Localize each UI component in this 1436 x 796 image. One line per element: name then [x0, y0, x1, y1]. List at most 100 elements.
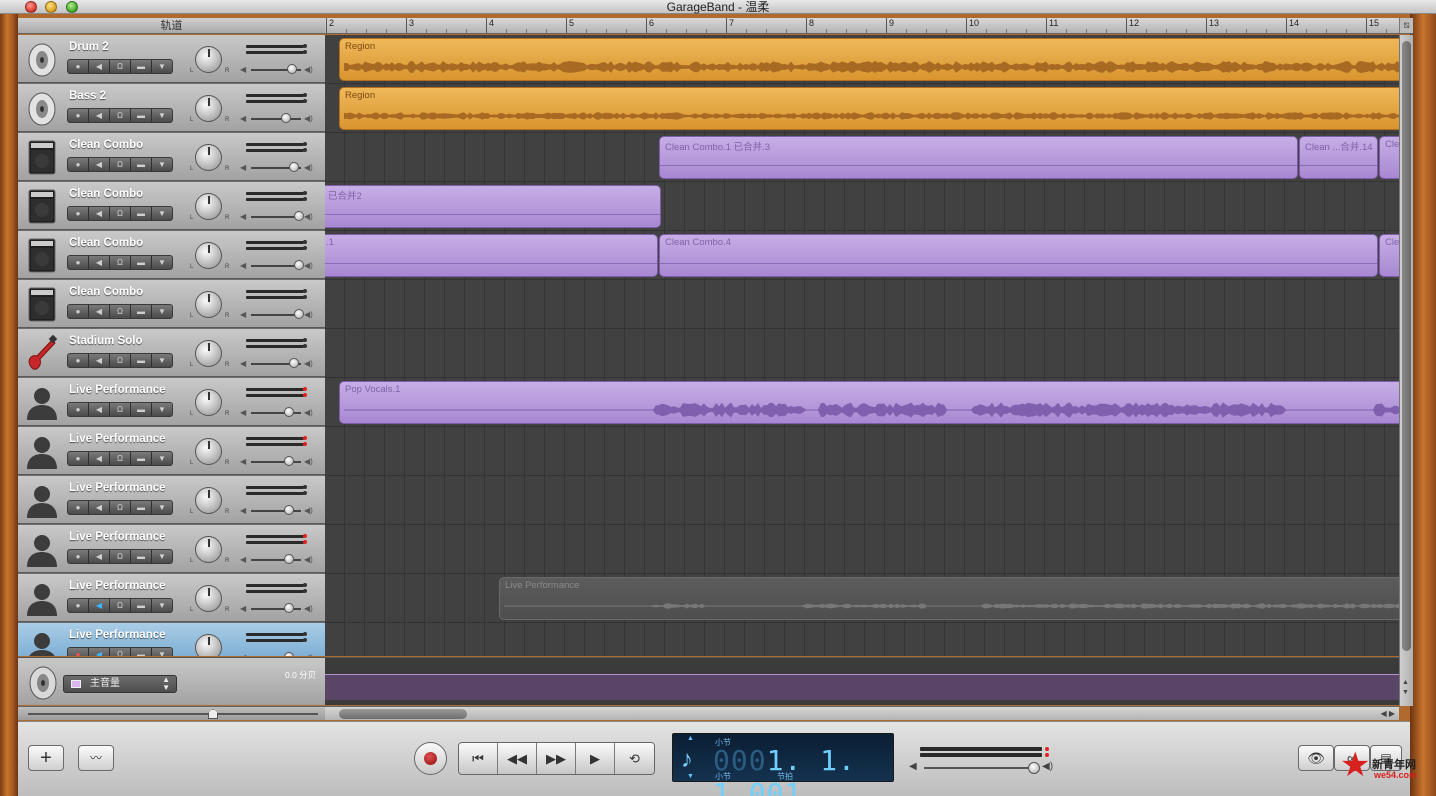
lock-icon[interactable]: ▬ — [131, 452, 152, 465]
zoom-window-button[interactable] — [66, 1, 78, 13]
automation-disclosure-icon[interactable]: ▼ — [152, 256, 172, 269]
arrange-timeline[interactable]: Region Region Clean Combo.1 已合并.3 Clean … — [325, 35, 1399, 656]
clip-indicator-icon[interactable] — [303, 393, 307, 397]
clip-indicator-icon[interactable] — [303, 540, 307, 544]
region-merged-2[interactable]: 已合并2 — [325, 185, 661, 228]
volume-slider[interactable] — [284, 456, 294, 466]
mute-icon[interactable]: ◀ — [89, 207, 110, 220]
track-header[interactable]: Live Performance●◀Ω▬▼LR◀◀) — [18, 623, 325, 656]
pan-knob[interactable] — [195, 438, 222, 465]
mute-icon[interactable]: ◀ — [89, 599, 110, 612]
region-clean-merged-14[interactable]: Clean ...合并.14 — [1299, 136, 1378, 179]
automation-disclosure-icon[interactable]: ▼ — [152, 403, 172, 416]
automation-disclosure-icon[interactable]: ▼ — [152, 109, 172, 122]
region-clean-combo-1[interactable]: .1 — [325, 234, 658, 277]
volume-slider[interactable] — [294, 309, 304, 319]
record-enable-icon[interactable]: ● — [68, 207, 89, 220]
clip-indicator-icon[interactable] — [303, 534, 307, 538]
lock-icon[interactable]: ▬ — [131, 305, 152, 318]
record-enable-icon[interactable]: ● — [68, 403, 89, 416]
record-enable-icon[interactable]: ● — [68, 158, 89, 171]
volume-slider[interactable] — [284, 603, 294, 613]
record-enable-icon[interactable]: ● — [68, 452, 89, 465]
track-header[interactable]: Clean Combo ● ◀ Ω ▬ ▼ L R ◀ ◀) — [18, 182, 325, 230]
horizontal-scroll-thumb[interactable] — [339, 709, 467, 719]
lock-icon[interactable]: ▬ — [131, 648, 152, 656]
track-header[interactable]: Live Performance●◀Ω▬▼LR◀◀) — [18, 574, 325, 622]
automation-disclosure-icon[interactable]: ▼ — [152, 501, 172, 514]
track-lane[interactable] — [325, 525, 1399, 574]
record-enable-icon[interactable]: ● — [68, 599, 89, 612]
solo-headphones-icon[interactable]: Ω — [110, 305, 131, 318]
pan-knob[interactable] — [195, 193, 222, 220]
automation-disclosure-icon[interactable]: ▼ — [152, 599, 172, 612]
mute-icon[interactable]: ◀ — [89, 452, 110, 465]
mute-icon[interactable]: ◀ — [89, 305, 110, 318]
clip-indicator-icon[interactable] — [303, 338, 307, 342]
solo-headphones-icon[interactable]: Ω — [110, 648, 131, 656]
automation-disclosure-icon[interactable]: ▼ — [152, 207, 172, 220]
record-enable-icon[interactable]: ● — [68, 256, 89, 269]
automation-disclosure-icon[interactable]: ▼ — [152, 452, 172, 465]
automation-disclosure-icon[interactable]: ▼ — [152, 305, 172, 318]
pan-knob[interactable] — [195, 487, 222, 514]
pan-knob[interactable] — [195, 340, 222, 367]
solo-headphones-icon[interactable]: Ω — [110, 403, 131, 416]
lock-icon[interactable]: ▬ — [131, 256, 152, 269]
clip-indicator-icon[interactable] — [303, 99, 307, 103]
track-header[interactable]: Live Performance●◀Ω▬▼LR◀◀) — [18, 476, 325, 524]
clip-indicator-icon[interactable] — [303, 142, 307, 146]
lcd-display[interactable]: ▲ ♪ ▼ 小节 0001. 1. 1.001 小节 节拍 — [672, 733, 894, 796]
lock-icon[interactable]: ▬ — [131, 501, 152, 514]
record-enable-icon[interactable]: ● — [68, 354, 89, 367]
vertical-scroll-thumb[interactable] — [1402, 41, 1411, 651]
automation-disclosure-icon[interactable]: ▼ — [152, 60, 172, 73]
lock-icon[interactable]: ▬ — [131, 550, 152, 563]
cycle-button[interactable]: ⟲ — [615, 743, 654, 774]
track-header[interactable]: Live Performance●◀Ω▬▼LR◀◀) — [18, 378, 325, 426]
pan-knob[interactable] — [195, 585, 222, 612]
solo-headphones-icon[interactable]: Ω — [110, 599, 131, 612]
solo-headphones-icon[interactable]: Ω — [110, 452, 131, 465]
record-button[interactable] — [414, 742, 447, 775]
record-enable-icon[interactable]: ● — [68, 109, 89, 122]
master-volume-select[interactable]: 主音量 ▲ ▼ — [63, 675, 177, 693]
clip-indicator-icon[interactable] — [1045, 747, 1049, 751]
track-header[interactable]: Clean Combo ● ◀ Ω ▬ ▼ L R ◀ ◀) — [18, 231, 325, 279]
clip-indicator-icon[interactable] — [303, 246, 307, 250]
clip-indicator-icon[interactable] — [303, 632, 307, 636]
volume-slider[interactable] — [294, 211, 304, 221]
region-drum-2[interactable]: Region — [339, 38, 1399, 81]
zoom-slider-thumb[interactable] — [208, 709, 218, 719]
ruler-resize-icon[interactable]: ⧅ — [1399, 18, 1413, 34]
close-window-button[interactable] — [25, 1, 37, 13]
lock-icon[interactable]: ▬ — [131, 109, 152, 122]
lock-icon[interactable]: ▬ — [131, 354, 152, 367]
play-button[interactable]: ▶ — [576, 743, 615, 774]
master-track-header[interactable]: 主音量 ▲ ▼ 0.0 分贝 — [18, 657, 325, 705]
pan-knob[interactable] — [195, 144, 222, 171]
track-lane[interactable] — [325, 623, 1399, 656]
mute-icon[interactable]: ◀ — [89, 158, 110, 171]
pan-knob[interactable] — [195, 242, 222, 269]
record-enable-icon[interactable]: ● — [68, 305, 89, 318]
solo-headphones-icon[interactable]: Ω — [110, 60, 131, 73]
automation-disclosure-icon[interactable]: ▼ — [152, 550, 172, 563]
volume-slider[interactable] — [289, 162, 299, 172]
region-clean-combo-cut-2[interactable]: Cle — [1379, 234, 1399, 277]
region-pop-vocals-1[interactable]: Pop Vocals.1 — [339, 381, 1399, 424]
volume-slider[interactable] — [294, 260, 304, 270]
mute-icon[interactable]: ◀ — [89, 109, 110, 122]
clip-indicator-icon[interactable] — [303, 485, 307, 489]
scroll-arrows-icon[interactable]: ▲ ▼ — [1402, 678, 1409, 698]
volume-slider[interactable] — [287, 64, 297, 74]
pan-knob[interactable] — [195, 291, 222, 318]
clip-indicator-icon[interactable] — [303, 436, 307, 440]
pan-knob[interactable] — [195, 46, 222, 73]
mute-icon[interactable]: ◀ — [89, 550, 110, 563]
clip-indicator-icon[interactable] — [303, 491, 307, 495]
mute-icon[interactable]: ◀ — [89, 648, 110, 656]
track-header[interactable]: Live Performance●◀Ω▬▼LR◀◀) — [18, 525, 325, 573]
track-header[interactable]: Clean Combo ● ◀ Ω ▬ ▼ L R ◀ ◀) — [18, 280, 325, 328]
horizontal-scrollbar[interactable]: ◀ ▶ — [325, 706, 1399, 720]
